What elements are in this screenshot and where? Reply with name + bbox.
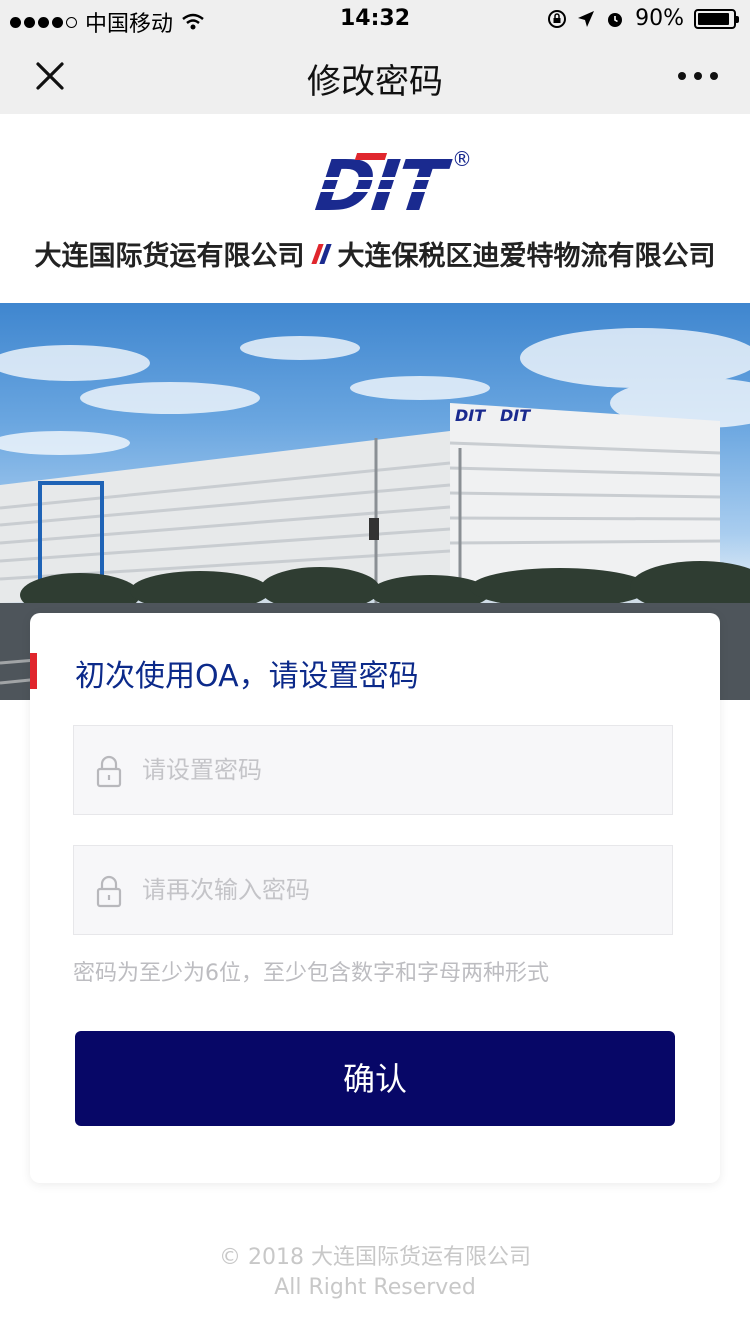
rights-text: All Right Reserved <box>274 1275 476 1300</box>
status-bar: 中国移动 14:32 90% <box>0 0 750 38</box>
company-name-b: 大连保税区迪爱特物流有限公司 <box>337 241 716 272</box>
footer: © 2018 大连国际货运有限公司 All Right Reserved <box>0 1243 750 1303</box>
more-icon[interactable] <box>678 72 718 80</box>
battery-percent: 90% <box>635 6 684 31</box>
brand-header: DIT ® 大连国际货运有限公司 大连保税区迪爱特物流有限公司 <box>0 114 750 304</box>
alarm-icon <box>608 12 623 27</box>
password-card: 初次使用OA，请设置密码 密码为至少为6位，至少包含数字和字母两种形式 确认 <box>30 613 720 1183</box>
location-arrow-icon <box>578 10 595 27</box>
registered-mark: ® <box>452 147 472 171</box>
building-sign-2: DIT <box>500 406 531 425</box>
password-hint: 密码为至少为6位，至少包含数字和字母两种形式 <box>73 961 549 986</box>
form-heading: 初次使用OA，请设置密码 <box>75 659 419 694</box>
building-sign-1: DIT <box>455 406 486 425</box>
battery-icon <box>694 8 739 29</box>
company-line: 大连国际货运有限公司 大连保税区迪爱特物流有限公司 <box>0 234 750 273</box>
status-indicators: 90% <box>547 6 739 31</box>
password-field[interactable] <box>73 725 673 815</box>
password-confirm-field[interactable] <box>73 845 673 935</box>
nav-bar: 修改密码 <box>0 38 750 114</box>
password-input[interactable] <box>140 726 660 814</box>
dit-logo: DIT ® <box>303 145 472 219</box>
brand-separator <box>310 243 332 264</box>
lock-icon <box>96 875 122 908</box>
page-title: 修改密码 <box>307 62 443 102</box>
company-name-a: 大连国际货运有限公司 <box>34 241 305 272</box>
password-confirm-input[interactable] <box>140 846 660 934</box>
copyright-text: © 2018 大连国际货运有限公司 <box>219 1245 531 1270</box>
confirm-button[interactable]: 确认 <box>75 1031 675 1126</box>
heading-accent-bar <box>30 653 37 689</box>
lock-icon <box>96 755 122 788</box>
rotation-lock-icon <box>548 9 567 28</box>
